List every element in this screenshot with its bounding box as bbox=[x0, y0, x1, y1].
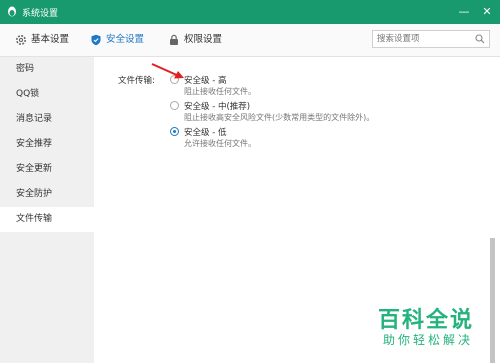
close-button[interactable]: ✕ bbox=[478, 3, 496, 21]
tab-label: 基本设置 bbox=[31, 34, 70, 45]
minimize-button[interactable]: — bbox=[455, 3, 473, 21]
window-title: 系统设置 bbox=[22, 9, 59, 19]
sidebar-item-password[interactable]: 密码 bbox=[0, 57, 94, 82]
lock-icon bbox=[170, 34, 178, 45]
search-icon[interactable] bbox=[475, 34, 485, 44]
watermark-slogan: 助你轻松解决 bbox=[383, 333, 474, 347]
option-description: 阻止接收高安全风险文件(少数常用类型的文件除外)。 bbox=[184, 113, 375, 122]
sidebar-item-message-history[interactable]: 消息记录 bbox=[0, 107, 94, 132]
sidebar-item-qq-lock[interactable]: QQ锁 bbox=[0, 82, 94, 107]
option-description: 允许接收任何文件。 bbox=[184, 139, 256, 148]
option-title: 安全级 - 低 bbox=[184, 128, 227, 138]
radio-security-low[interactable] bbox=[170, 127, 179, 136]
option-description: 阻止接收任何文件。 bbox=[184, 87, 256, 96]
radio-security-medium[interactable] bbox=[170, 101, 179, 110]
option-title: 安全级 - 中(推荐) bbox=[184, 102, 251, 112]
tab-label: 权限设置 bbox=[184, 34, 223, 45]
search-input[interactable] bbox=[377, 32, 471, 46]
sidebar-item-file-transfer[interactable]: 文件传输 bbox=[0, 207, 94, 232]
sidebar-item-security-update[interactable]: 安全更新 bbox=[0, 157, 94, 182]
sidebar-item-security-protection[interactable]: 安全防护 bbox=[0, 182, 94, 207]
content-scrollbar[interactable] bbox=[490, 238, 495, 363]
shield-icon bbox=[91, 34, 101, 46]
annotation-arrow-icon bbox=[151, 63, 184, 79]
gear-icon bbox=[16, 35, 26, 45]
qq-penguin-icon bbox=[8, 6, 16, 17]
option-title: 安全级 - 高 bbox=[184, 76, 227, 86]
sidebar-item-security-recommend[interactable]: 安全推荐 bbox=[0, 132, 94, 157]
watermark-logo-text: 百科全说 bbox=[378, 308, 475, 333]
title-bar: 系统设置 — ✕ bbox=[0, 0, 500, 24]
settings-sidebar: 密码 QQ锁 消息记录 安全推荐 安全更新 安全防护 文件传输 bbox=[0, 57, 94, 363]
settings-search-box[interactable] bbox=[372, 30, 490, 48]
settings-toolbar: 基本设置 安全设置 权限设置 bbox=[0, 24, 500, 57]
tab-label: 安全设置 bbox=[106, 34, 145, 45]
